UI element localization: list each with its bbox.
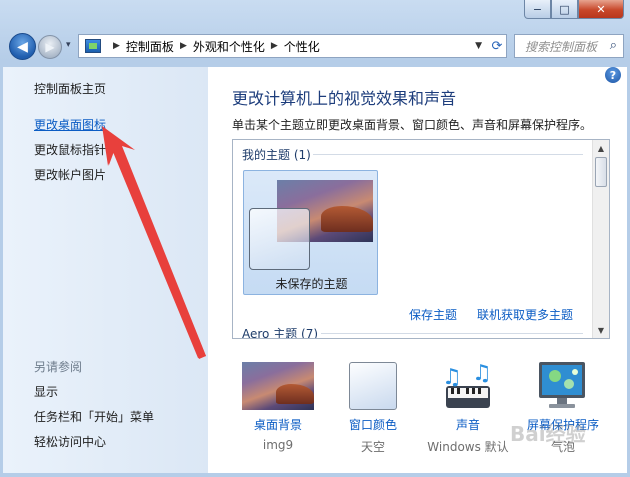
sounds-label[interactable]: 声音 — [420, 416, 516, 433]
sidebar-item-change-desktop-icons[interactable]: 更改桌面图标 — [34, 116, 106, 133]
window-color-value: 天空 — [360, 440, 385, 454]
theme-window-color-thumbnail — [249, 208, 310, 270]
desktop-background-value: img9 — [262, 438, 294, 452]
desktop-background-label[interactable]: 桌面背景 — [230, 416, 326, 433]
maximize-button[interactable]: □ — [551, 0, 578, 19]
aero-themes-group-label: Aero 主题 (7) — [242, 327, 319, 339]
breadcrumb-separator[interactable]: ▶ — [271, 41, 278, 51]
sounds-value: Windows 默认 — [427, 440, 509, 454]
search-placeholder: 搜索控制面板 — [525, 39, 598, 54]
group-divider — [321, 333, 583, 334]
see-also-display[interactable]: 显示 — [34, 383, 58, 400]
svg-text:♫: ♫ — [472, 361, 492, 386]
desktop-background-thumbnail — [242, 362, 314, 410]
group-divider — [313, 154, 583, 155]
close-button[interactable]: ✕ — [578, 0, 624, 19]
control-panel-icon — [85, 39, 101, 53]
see-also-taskbar[interactable]: 任务栏和「开始」菜单 — [34, 408, 154, 425]
see-also-heading: 另请参阅 — [34, 360, 83, 374]
address-dropdown-icon[interactable]: ▼ — [475, 41, 482, 51]
recent-pages-button[interactable]: ▾ — [66, 40, 71, 50]
search-input[interactable]: 搜索控制面板 ⌕ — [514, 34, 624, 58]
screen-saver-icon — [539, 362, 585, 408]
my-themes-group-label: 我的主题 (1) — [242, 148, 311, 162]
minimize-button[interactable]: − — [524, 0, 551, 19]
breadcrumb-personalization[interactable]: 个性化 — [284, 38, 320, 55]
refresh-icon: ⟳ — [491, 38, 503, 54]
breadcrumb-appearance[interactable]: 外观和个性化 — [193, 38, 265, 55]
theme-list-scrollbar[interactable]: ▲ ▼ — [592, 140, 609, 338]
svg-text:♫: ♫ — [442, 365, 462, 390]
sidebar-item-change-account-picture[interactable]: 更改帐户图片 — [34, 166, 106, 183]
save-theme-link[interactable]: 保存主题 — [409, 306, 457, 323]
back-button[interactable]: ◀ — [9, 33, 36, 60]
forward-button[interactable]: ▶ — [38, 35, 62, 59]
watermark: Bai经验 — [510, 422, 586, 446]
sidebar-item-control-panel-home[interactable]: 控制面板主页 — [34, 80, 106, 97]
window-color-thumbnail — [349, 362, 397, 410]
page-description: 单击某个主题立即更改桌面背景、窗口颜色、声音和屏幕保护程序。 — [232, 118, 593, 132]
window-controls: − □ ✕ — [524, 0, 624, 20]
arrow-right-icon: ▶ — [45, 40, 55, 54]
see-also-ease-of-access[interactable]: 轻松访问中心 — [34, 433, 106, 450]
screen-saver-setting[interactable]: 屏幕保护程序 气泡 — [515, 360, 611, 454]
scroll-down-button[interactable]: ▼ — [593, 322, 609, 338]
breadcrumb-control-panel[interactable]: 控制面板 — [126, 38, 174, 55]
arrow-left-icon: ◀ — [17, 38, 28, 55]
refresh-button[interactable]: ⟳ — [486, 35, 508, 57]
window-frame: − □ ✕ ◀ ▶ ▾ ▶ 控制面板 ▶ 外观和个性化 ▶ 个性化 ▼ ⟳ 搜索… — [0, 0, 630, 477]
window-color-label[interactable]: 窗口颜色 — [325, 416, 421, 433]
page-title: 更改计算机上的视觉效果和声音 — [232, 89, 457, 108]
scroll-up-button[interactable]: ▲ — [593, 140, 609, 156]
address-bar[interactable]: ▶ 控制面板 ▶ 外观和个性化 ▶ 个性化 ▼ — [78, 34, 507, 58]
get-more-themes-link[interactable]: 联机获取更多主题 — [477, 306, 573, 323]
breadcrumb-separator[interactable]: ▶ — [113, 41, 120, 51]
search-icon[interactable]: ⌕ — [610, 38, 617, 53]
help-icon[interactable]: ? — [605, 67, 621, 83]
sounds-icon: ♫ ♫ — [442, 361, 492, 408]
theme-tile-label: 未保存的主题 — [275, 277, 348, 291]
theme-tile-unsaved[interactable]: 未保存的主题 — [243, 170, 378, 295]
sounds-setting[interactable]: ♫ ♫ 声音 Windows 默认 — [420, 360, 516, 454]
sidebar-item-change-mouse-pointers[interactable]: 更改鼠标指针 — [34, 141, 106, 158]
theme-list[interactable]: 我的主题 (1) 未保存的主题 保存主题 联机获取更多主题 Aero 主题 (7… — [232, 139, 610, 339]
scroll-thumb[interactable] — [595, 157, 607, 187]
breadcrumb-separator[interactable]: ▶ — [180, 41, 187, 51]
